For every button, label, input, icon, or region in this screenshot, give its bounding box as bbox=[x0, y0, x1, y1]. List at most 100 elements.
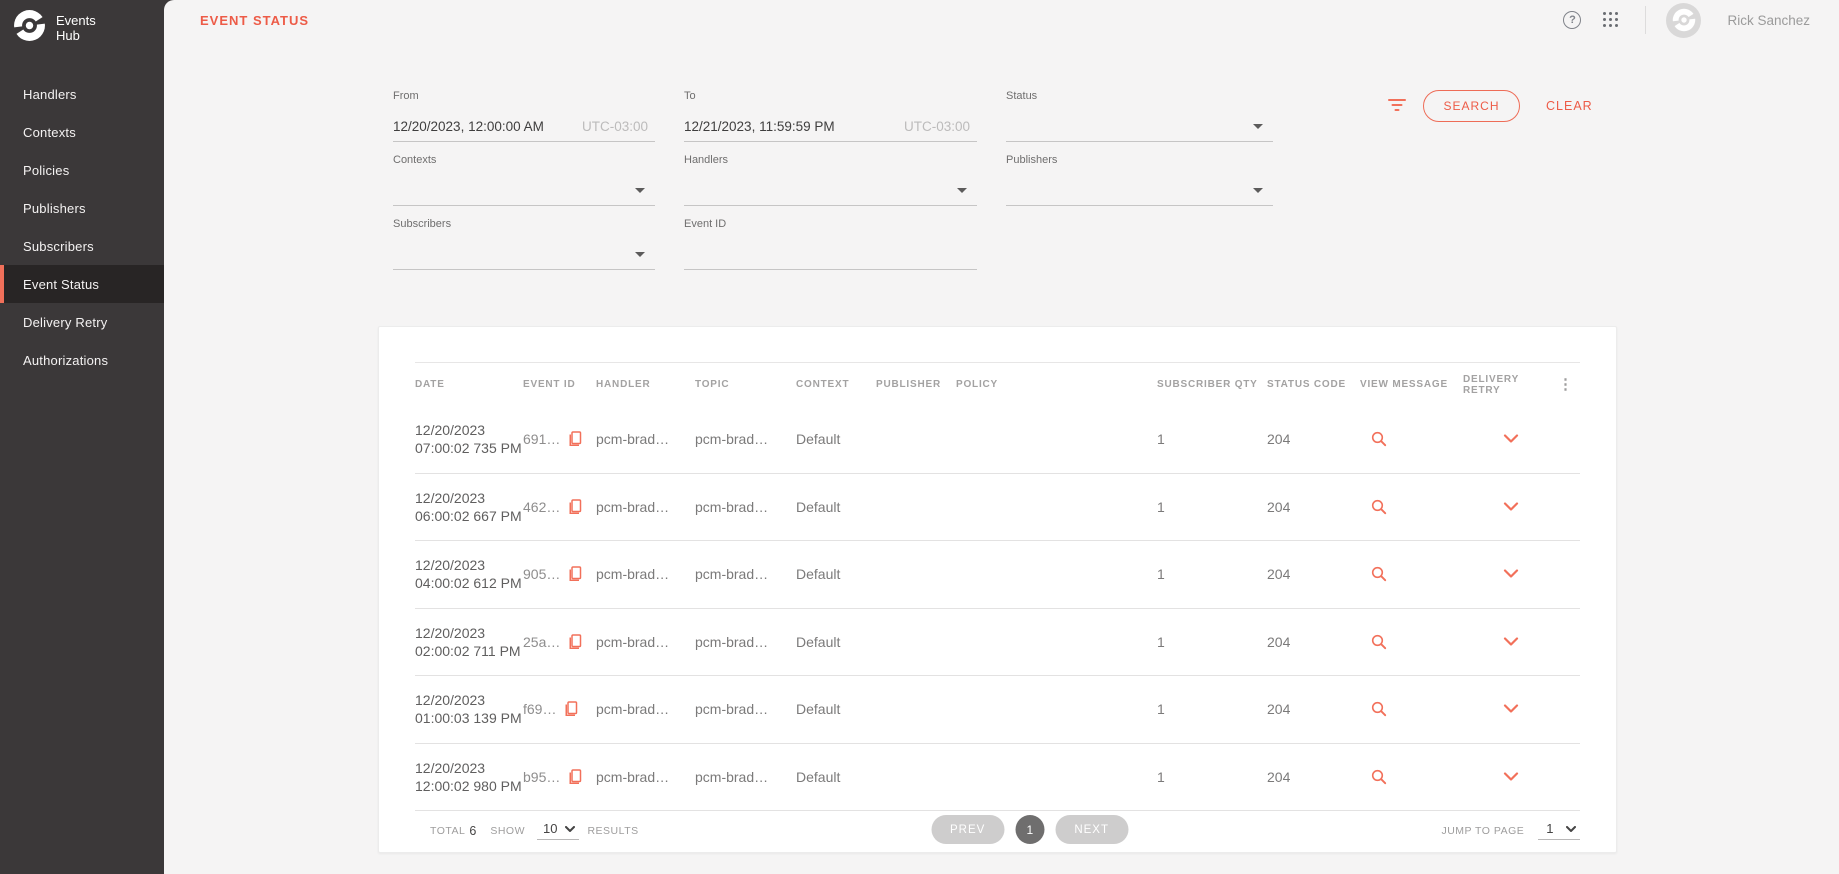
next-page-button[interactable]: NEXT bbox=[1055, 815, 1128, 844]
view-message-cell bbox=[1360, 498, 1463, 516]
sidebar-item-authorizations[interactable]: Authorizations bbox=[0, 341, 164, 379]
sidebar-item-label: Publishers bbox=[23, 201, 86, 216]
show-results-select[interactable]: 10 bbox=[537, 821, 579, 840]
delivery-retry-cell bbox=[1463, 704, 1558, 714]
subscribers-select[interactable]: Subscribers bbox=[393, 216, 655, 270]
to-datetime-field[interactable]: To 12/21/2023, 11:59:59 PM UTC-03:00 bbox=[684, 88, 977, 142]
pager: PREV 1 NEXT bbox=[931, 815, 1128, 844]
prev-page-button[interactable]: PREV bbox=[931, 815, 1004, 844]
filters-panel: From 12/20/2023, 12:00:00 AM UTC-03:00 T… bbox=[393, 88, 1273, 270]
view-message-button[interactable] bbox=[1370, 700, 1388, 718]
column-header-publisher: PUBLISHER bbox=[876, 379, 956, 390]
topbar-divider bbox=[1645, 6, 1646, 34]
chevron-down-icon bbox=[1503, 772, 1519, 782]
sidebar-item-subscribers[interactable]: Subscribers bbox=[0, 227, 164, 265]
show-value: 10 bbox=[543, 821, 557, 836]
topic-cell: pcm-brad… bbox=[695, 431, 796, 447]
handlers-select[interactable]: Handlers bbox=[684, 152, 977, 206]
table-row: 12/20/2023 06:00:02 667 PM 462… pcm-brad… bbox=[415, 474, 1580, 542]
date-cell: 12/20/2023 01:00:03 139 PM bbox=[415, 691, 523, 727]
column-options-kebab-icon[interactable]: ⋮ bbox=[1558, 380, 1580, 390]
sidebar-item-label: Delivery Retry bbox=[23, 315, 107, 330]
topic-cell: pcm-brad… bbox=[695, 499, 796, 515]
clear-button[interactable]: CLEAR bbox=[1546, 90, 1593, 122]
status-code-cell: 204 bbox=[1267, 769, 1360, 785]
filter-actions: SEARCH CLEAR bbox=[1388, 88, 1808, 128]
current-page-button[interactable]: 1 bbox=[1015, 815, 1044, 844]
event-id-cell: 691… bbox=[523, 431, 596, 447]
copy-event-id-button[interactable] bbox=[567, 634, 583, 650]
chevron-down-icon bbox=[635, 252, 645, 257]
view-message-button[interactable] bbox=[1370, 565, 1388, 583]
view-message-button[interactable] bbox=[1370, 430, 1388, 448]
from-timezone: UTC-03:00 bbox=[582, 119, 648, 134]
from-datetime-field[interactable]: From 12/20/2023, 12:00:00 AM UTC-03:00 bbox=[393, 88, 655, 142]
subscriber-qty-cell: 1 bbox=[1157, 634, 1267, 650]
view-message-button[interactable] bbox=[1370, 768, 1388, 786]
delivery-retry-expand-button[interactable] bbox=[1503, 772, 1519, 782]
view-message-cell bbox=[1360, 633, 1463, 651]
table-footer: TOTAL 6 SHOW 10 RESULTS PREV 1 NEXT JUMP… bbox=[415, 809, 1580, 852]
column-header-handler: HANDLER bbox=[596, 379, 695, 390]
event-id-cell: 905… bbox=[523, 566, 596, 582]
events-hub-logo-icon bbox=[13, 9, 46, 47]
delivery-retry-expand-button[interactable] bbox=[1503, 704, 1519, 714]
chevron-down-icon bbox=[635, 188, 645, 193]
table-row: 12/20/2023 07:00:02 735 PM 691… pcm-brad… bbox=[415, 406, 1580, 474]
publishers-select[interactable]: Publishers bbox=[1006, 152, 1273, 206]
total-label: TOTAL bbox=[430, 825, 465, 837]
copy-event-id-button[interactable] bbox=[567, 769, 583, 785]
sidebar-item-policies[interactable]: Policies bbox=[0, 151, 164, 189]
apps-grid-icon[interactable] bbox=[1603, 12, 1619, 28]
topbar-actions: ? Rick Sanchez bbox=[1563, 0, 1810, 40]
delivery-retry-expand-button[interactable] bbox=[1503, 637, 1519, 647]
sidebar-item-event-status[interactable]: Event Status bbox=[0, 265, 164, 303]
sidebar-item-publishers[interactable]: Publishers bbox=[0, 189, 164, 227]
help-icon[interactable]: ? bbox=[1563, 11, 1581, 29]
chevron-down-icon bbox=[1503, 704, 1519, 714]
copy-event-id-button[interactable] bbox=[567, 431, 583, 447]
view-message-button[interactable] bbox=[1370, 498, 1388, 516]
user-name: Rick Sanchez bbox=[1727, 13, 1810, 28]
jump-to-page-label: JUMP TO PAGE bbox=[1441, 825, 1524, 837]
column-header-view-message: VIEW MESSAGE bbox=[1360, 379, 1463, 390]
event-status-table: DATE EVENT ID HANDLER TOPIC CONTEXT PUBL… bbox=[415, 362, 1580, 811]
contexts-select[interactable]: Contexts bbox=[393, 152, 655, 206]
context-cell: Default bbox=[796, 566, 876, 582]
subscriber-qty-cell: 1 bbox=[1157, 566, 1267, 582]
delivery-retry-expand-button[interactable] bbox=[1503, 434, 1519, 444]
status-select[interactable]: Status bbox=[1006, 88, 1273, 142]
handler-cell: pcm-brad… bbox=[596, 701, 695, 717]
sidebar-item-contexts[interactable]: Contexts bbox=[0, 113, 164, 151]
jump-to-page-select[interactable]: 1 bbox=[1538, 821, 1580, 840]
search-button[interactable]: SEARCH bbox=[1423, 90, 1520, 122]
publishers-label: Publishers bbox=[1006, 152, 1273, 166]
from-label: From bbox=[393, 88, 655, 102]
copy-event-id-button[interactable] bbox=[567, 566, 583, 582]
to-value: 12/21/2023, 11:59:59 PM bbox=[684, 119, 835, 134]
avatar[interactable] bbox=[1666, 3, 1701, 38]
sidebar-item-handlers[interactable]: Handlers bbox=[0, 75, 164, 113]
handler-cell: pcm-brad… bbox=[596, 499, 695, 515]
event-id-label: Event ID bbox=[684, 216, 977, 230]
event-id-field[interactable]: Event ID bbox=[684, 216, 977, 270]
magnifier-icon bbox=[1370, 565, 1388, 583]
copy-event-id-button[interactable] bbox=[563, 701, 579, 717]
delivery-retry-cell bbox=[1463, 569, 1558, 579]
copy-event-id-button[interactable] bbox=[567, 499, 583, 515]
status-code-cell: 204 bbox=[1267, 701, 1360, 717]
delivery-retry-cell bbox=[1463, 434, 1558, 444]
delivery-retry-expand-button[interactable] bbox=[1503, 502, 1519, 512]
sidebar-item-label: Event Status bbox=[23, 277, 99, 292]
delivery-retry-cell bbox=[1463, 772, 1558, 782]
filter-list-icon[interactable] bbox=[1388, 99, 1406, 113]
sidebar-item-label: Contexts bbox=[23, 125, 76, 140]
handler-cell: pcm-brad… bbox=[596, 769, 695, 785]
total-value: 6 bbox=[469, 824, 476, 838]
view-message-cell bbox=[1360, 700, 1463, 718]
delivery-retry-expand-button[interactable] bbox=[1503, 569, 1519, 579]
context-cell: Default bbox=[796, 431, 876, 447]
view-message-button[interactable] bbox=[1370, 633, 1388, 651]
sidebar-item-delivery-retry[interactable]: Delivery Retry bbox=[0, 303, 164, 341]
app-logo[interactable]: EventsHub bbox=[0, 0, 164, 47]
